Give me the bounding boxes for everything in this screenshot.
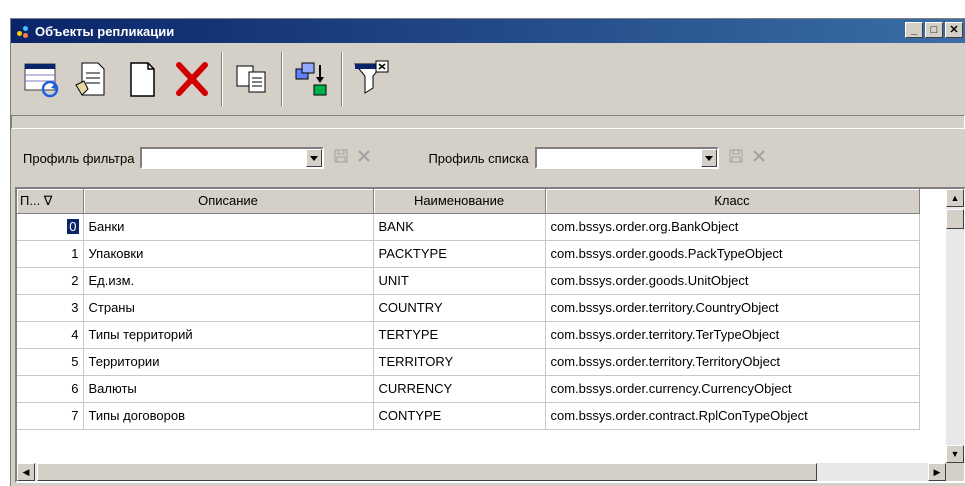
row-number: 2 [17,267,84,295]
splitter-bar[interactable] [11,115,965,129]
chevron-down-icon[interactable] [700,149,717,167]
delete-profile-icon[interactable] [358,149,371,167]
refresh-icon [24,63,59,98]
horizontal-scroll-thumb[interactable] [37,463,817,481]
row-description: Страны [83,294,374,322]
row-description: Банки [83,213,374,241]
toolbar [11,45,965,113]
replication-objects-window: Объекты репликации _ □ ✕ Профиль фильтра… [10,18,965,486]
row-number: 3 [17,294,84,322]
table-row[interactable]: 0 Банки BANK com.bssys.order.org.BankObj… [17,213,920,241]
table-row[interactable]: 5 Территории TERRITORY com.bssys.order.t… [17,348,920,376]
new-document-icon [130,62,155,97]
row-description: Ед.изм. [83,267,374,295]
new-button[interactable] [117,52,167,106]
row-number: 0 [66,218,80,235]
table-row[interactable]: 7 Типы договоров CONTYPE com.bssys.order… [17,402,920,430]
objects-table: П... ∇ Описание Наименование Класс 0 Бан… [15,187,965,483]
copy-button[interactable] [227,52,277,106]
scroll-down-icon[interactable]: ▼ [946,445,964,463]
row-name: TERTYPE [373,321,546,349]
column-header-name[interactable]: Наименование [373,189,546,214]
column-header-class[interactable]: Класс [545,189,920,214]
close-button[interactable]: ✕ [945,22,963,38]
tree-move-button[interactable] [287,52,337,106]
save-icon[interactable] [729,149,743,168]
row-description: Валюты [83,375,374,403]
window-title: Объекты репликации [35,23,175,39]
scrollbar-corner [946,463,964,481]
filter-profile-label: Профиль фильтра [23,150,135,166]
delete-icon [176,62,208,96]
row-class: com.bssys.order.goods.UnitObject [545,267,920,295]
row-number: 7 [17,402,84,430]
clear-filter-button[interactable] [347,52,397,106]
vertical-scrollbar[interactable]: ▲ ▼ [946,189,964,463]
row-name: CONTYPE [373,402,546,430]
row-name: PACKTYPE [373,240,546,268]
row-description: Типы договоров [83,402,374,430]
scroll-right-icon[interactable]: ▶ [928,463,946,481]
refresh-button[interactable] [17,52,67,106]
column-header-description[interactable]: Описание [83,189,374,214]
filter-bar: Профиль фильтра Профиль списка [11,143,965,173]
filter-profile-select[interactable] [140,147,325,169]
row-class: com.bssys.order.territory.CountryObject [545,294,920,322]
delete-button[interactable] [167,52,217,106]
row-description: Упаковки [83,240,374,268]
row-number: 1 [17,240,84,268]
row-class: com.bssys.order.territory.TerTypeObject [545,321,920,349]
row-class: com.bssys.order.goods.PackTypeObject [545,240,920,268]
row-description: Территории [83,348,374,376]
row-class: com.bssys.order.contract.RplConTypeObjec… [545,402,920,430]
toolbar-separator [221,52,223,106]
maximize-button[interactable]: □ [925,22,943,38]
row-number: 4 [17,321,84,349]
row-number: 6 [17,375,84,403]
delete-profile-icon[interactable] [752,149,765,167]
list-profile-select[interactable] [534,147,719,169]
table-row[interactable]: 4 Типы территорий TERTYPE com.bssys.orde… [17,321,920,349]
toolbar-separator [281,52,283,106]
tree-move-icon [295,62,327,96]
row-class: com.bssys.order.territory.TerritoryObjec… [545,348,920,376]
scroll-up-icon[interactable]: ▲ [946,189,964,207]
row-description: Типы территорий [83,321,374,349]
row-class: com.bssys.order.org.BankObject [545,213,920,241]
properties-button[interactable] [67,52,117,106]
filter-clear-icon [353,60,389,94]
copy-icon [236,65,266,93]
toolbar-separator [341,52,343,106]
table-row[interactable]: 6 Валюты CURRENCY com.bssys.order.curren… [17,375,920,403]
table-header: П... ∇ Описание Наименование Класс [17,189,920,214]
chevron-down-icon[interactable] [306,149,323,167]
row-name: UNIT [373,267,546,295]
table-row[interactable]: 2 Ед.изм. UNIT com.bssys.order.goods.Uni… [17,267,920,295]
vertical-scroll-thumb[interactable] [946,209,964,229]
row-class: com.bssys.order.currency.CurrencyObject [545,375,920,403]
row-number: 5 [17,348,84,376]
title-bar: Объекты репликации _ □ ✕ [11,19,965,43]
row-name: CURRENCY [373,375,546,403]
save-icon[interactable] [334,149,348,168]
table-row[interactable]: 3 Страны COUNTRY com.bssys.order.territo… [17,294,920,322]
column-header-number[interactable]: П... ∇ [17,189,84,214]
list-profile-label: Профиль списка [428,150,529,166]
properties-icon [75,62,105,96]
row-name: BANK [373,213,546,241]
app-icon [15,23,33,39]
scroll-left-icon[interactable]: ◀ [17,463,35,481]
table-row[interactable]: 1 Упаковки PACKTYPE com.bssys.order.good… [17,240,920,268]
row-name: TERRITORY [373,348,546,376]
horizontal-scrollbar[interactable]: ◀ ▶ [17,463,946,481]
minimize-button[interactable]: _ [905,22,923,38]
row-name: COUNTRY [373,294,546,322]
